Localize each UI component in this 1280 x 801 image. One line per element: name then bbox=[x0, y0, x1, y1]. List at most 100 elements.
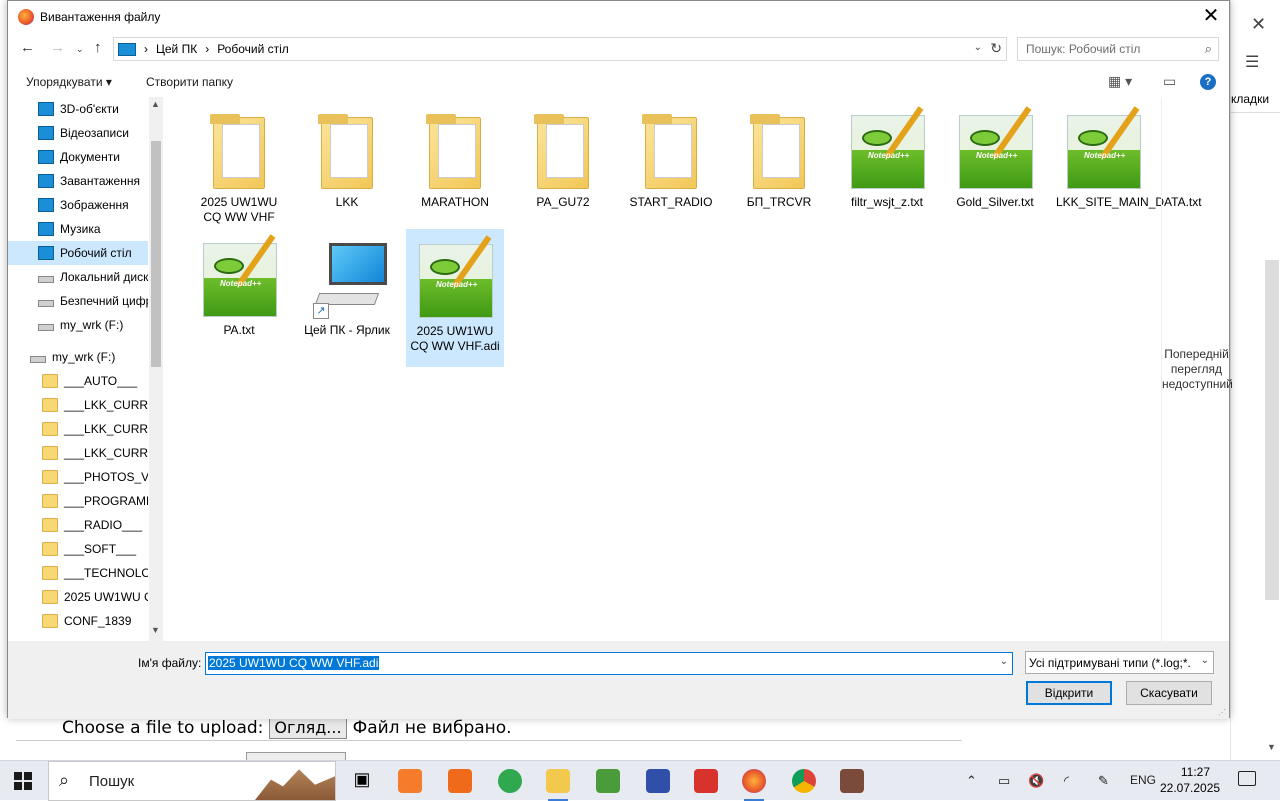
pen-icon[interactable]: ✎ bbox=[1098, 773, 1109, 789]
nav-item[interactable]: ___PROGRAMMING bbox=[8, 489, 148, 513]
folder-item[interactable]: LKK bbox=[298, 101, 396, 210]
task-view-icon[interactable]: ▣ bbox=[350, 769, 374, 793]
nav-item[interactable]: my_wrk (F:) bbox=[8, 313, 148, 337]
search-highlight-image bbox=[255, 769, 335, 800]
battery-icon[interactable]: ▭ bbox=[998, 773, 1010, 789]
filename-input[interactable]: 2025 UW1WU CQ WW VHF.adi ⌄ bbox=[205, 652, 1013, 675]
file-item[interactable]: Notepad++ filtr_wsjt_z.txt bbox=[838, 101, 936, 210]
nav-item[interactable]: Завантаження bbox=[8, 169, 148, 193]
wifi-icon[interactable]: ◜ bbox=[1064, 773, 1069, 789]
notepad-icon: Notepad++ bbox=[199, 234, 279, 321]
drive-icon bbox=[38, 323, 54, 331]
clock[interactable]: 11:27 22.07.2025 bbox=[1160, 764, 1220, 796]
toolbar: Упорядкувати ▾ Створити папку ▦ ▾ ▭ bbox=[8, 69, 1229, 95]
forward-icon[interactable]: → bbox=[50, 39, 65, 56]
desktop-icon bbox=[38, 246, 54, 260]
nav-item[interactable]: Музика bbox=[8, 217, 148, 241]
volume-muted-icon[interactable]: 🔇 bbox=[1028, 773, 1044, 789]
folder-item[interactable]: MARATHON bbox=[406, 101, 504, 210]
nav-item-label: ___PROGRAMMING bbox=[64, 494, 148, 508]
filename-value: 2025 UW1WU CQ WW VHF.adi bbox=[208, 656, 380, 670]
nav-item[interactable]: ___LKK_CURRENT bbox=[8, 393, 148, 417]
folder-item[interactable]: START_RADIO bbox=[622, 101, 720, 210]
app-icon[interactable] bbox=[448, 769, 472, 793]
file-item[interactable]: Notepad++ LKK_SITE_MAIN_DATA.txt bbox=[1054, 101, 1202, 210]
nav-item[interactable]: Локальний диск bbox=[8, 265, 148, 289]
filetype-select[interactable]: Усі підтримувані типи (*.log;*. ⌄ bbox=[1025, 651, 1214, 674]
nav-item[interactable]: 3D-об'єкти bbox=[8, 97, 148, 121]
close-button[interactable]: ✕ bbox=[1199, 5, 1223, 29]
nav-item[interactable]: ___LKK_CURRENT bbox=[8, 441, 148, 465]
view-options-icon[interactable]: ▦ ▾ bbox=[1108, 73, 1132, 90]
cancel-button[interactable]: Скасувати bbox=[1126, 681, 1212, 705]
nav-item[interactable]: CONF_1839 bbox=[8, 609, 148, 633]
nav-item[interactable]: ___LKK_CURRENT bbox=[8, 417, 148, 441]
folder-icon bbox=[42, 518, 58, 532]
organize-button[interactable]: Упорядкувати ▾ bbox=[26, 75, 112, 89]
nav-item[interactable]: Документи bbox=[8, 145, 148, 169]
menu-icon[interactable]: ☰ bbox=[1245, 52, 1259, 72]
chrome-icon[interactable] bbox=[792, 769, 816, 793]
file-item[interactable]: ↗ Цей ПК - Ярлик bbox=[298, 229, 396, 338]
nav-item[interactable]: Безпечний цифр bbox=[8, 289, 148, 313]
notepad-icon: Notepad++ bbox=[1063, 106, 1143, 193]
firefox-icon[interactable] bbox=[742, 769, 766, 801]
resize-grip-icon[interactable]: ⋰ bbox=[1218, 708, 1226, 717]
nav-item[interactable]: ___PHOTOS_VIDEO bbox=[8, 465, 148, 489]
breadcrumb-desktop[interactable]: Робочий стіл bbox=[217, 42, 289, 56]
nav-item[interactable]: ___SOFT___ bbox=[8, 537, 148, 561]
app-icon[interactable] bbox=[840, 769, 864, 793]
browse-button[interactable]: Огляд... bbox=[269, 716, 347, 739]
scroll-up-icon[interactable]: ▲ bbox=[151, 99, 160, 109]
recent-dropdown-icon[interactable]: ⌄ bbox=[76, 44, 84, 55]
windows-start-icon[interactable] bbox=[14, 772, 32, 790]
new-folder-button[interactable]: Створити папку bbox=[146, 75, 233, 89]
file-item[interactable]: Notepad++ PA.txt bbox=[190, 229, 288, 338]
folder-item[interactable]: 2025 UW1WU CQ WW VHF bbox=[190, 101, 288, 225]
nav-item-label: Робочий стіл bbox=[60, 246, 132, 260]
nav-item[interactable]: Відеозаписи bbox=[8, 121, 148, 145]
address-bar[interactable]: › Цей ПК › Робочий стіл ⌄ ↻ bbox=[113, 37, 1007, 61]
nav-item[interactable]: ___TECHNOLOGY bbox=[8, 561, 148, 585]
file-item[interactable]: Notepad++ 2025 UW1WU CQ WW VHF.adi bbox=[406, 229, 504, 367]
nav-item[interactable]: 2025 UW1WU CQ bbox=[8, 585, 148, 609]
scroll-down-icon[interactable]: ▼ bbox=[1267, 742, 1276, 752]
preview-pane-icon[interactable]: ▭ bbox=[1163, 73, 1176, 90]
notepad-icon: Notepad++ bbox=[847, 106, 927, 193]
nav-scrollbar[interactable]: ▲ ▼ bbox=[149, 97, 163, 641]
xampp-icon[interactable] bbox=[398, 769, 422, 793]
nav-item[interactable]: ___RADIO___ bbox=[8, 513, 148, 537]
back-icon[interactable]: ← bbox=[20, 39, 35, 56]
breadcrumb-pc[interactable]: Цей ПК bbox=[156, 42, 197, 56]
scroll-down-icon[interactable]: ▼ bbox=[151, 625, 160, 635]
folder-item[interactable]: БП_TRCVR bbox=[730, 101, 828, 210]
folder-item[interactable]: PA_GU72 bbox=[514, 101, 612, 210]
chevron-up-icon[interactable]: ⌃ bbox=[966, 773, 977, 789]
save-app-icon[interactable] bbox=[646, 769, 670, 793]
file-item[interactable]: Notepad++ Gold_Silver.txt bbox=[946, 101, 1044, 210]
open-button[interactable]: Відкрити bbox=[1026, 681, 1112, 705]
up-icon[interactable]: ↑ bbox=[94, 39, 102, 56]
notifications-icon[interactable] bbox=[1238, 771, 1256, 786]
taskbar-search[interactable]: ⌕ Пошук bbox=[48, 761, 336, 801]
nav-item[interactable]: Робочий стіл bbox=[8, 241, 148, 265]
video-icon bbox=[38, 126, 54, 140]
language-indicator[interactable]: ENG bbox=[1130, 773, 1156, 787]
cube-icon bbox=[38, 102, 54, 116]
close-icon[interactable]: ✕ bbox=[1251, 14, 1266, 35]
nav-item[interactable]: my_wrk (F:) bbox=[8, 345, 148, 369]
search-input[interactable]: Пошук: Робочий стіл ⌕ bbox=[1017, 37, 1219, 61]
sync-icon[interactable] bbox=[498, 769, 522, 793]
refresh-icon[interactable]: ↻ bbox=[990, 40, 1002, 57]
help-icon[interactable]: ? bbox=[1200, 74, 1216, 90]
scroll-thumb[interactable] bbox=[151, 141, 161, 367]
nav-item[interactable]: ___AUTO___ bbox=[8, 369, 148, 393]
chevron-down-icon[interactable]: ⌄ bbox=[974, 42, 982, 53]
chart-app-icon[interactable] bbox=[596, 769, 620, 793]
nav-item[interactable]: Зображення bbox=[8, 193, 148, 217]
file-label: LKK bbox=[335, 195, 359, 209]
file-explorer-icon[interactable] bbox=[546, 769, 570, 801]
chevron-down-icon[interactable]: ⌄ bbox=[1000, 656, 1008, 667]
page-scrollbar[interactable] bbox=[1265, 260, 1279, 600]
pdf-icon[interactable] bbox=[694, 769, 718, 793]
